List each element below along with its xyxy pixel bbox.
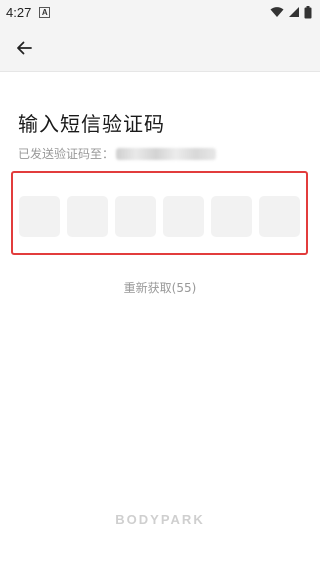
masked-phone-number — [116, 147, 217, 160]
battery-icon — [304, 5, 312, 18]
wifi-icon — [270, 7, 284, 17]
resend-code-button[interactable]: 重新获取(55) — [0, 279, 320, 296]
code-digit-5[interactable] — [211, 196, 252, 237]
page-title: 输入短信验证码 — [18, 112, 165, 136]
status-icons — [270, 5, 312, 19]
verification-code-input[interactable] — [19, 196, 300, 237]
signal-icon — [289, 7, 299, 17]
notification-icon: A — [39, 6, 51, 18]
back-button[interactable] — [12, 36, 36, 60]
code-input-highlight — [11, 171, 308, 255]
sent-to-row: 已发送验证码至： — [18, 145, 217, 162]
arrow-left-icon — [17, 41, 32, 55]
sent-to-label: 已发送验证码至： — [18, 147, 115, 161]
status-time: 4:27 — [6, 4, 32, 20]
code-digit-1[interactable] — [19, 196, 60, 237]
status-bar: 4:27 A — [0, 0, 320, 24]
code-digit-6[interactable] — [259, 196, 300, 237]
code-digit-4[interactable] — [163, 196, 204, 237]
code-digit-3[interactable] — [115, 196, 156, 237]
brand-logo: BODYPARK — [115, 512, 205, 527]
top-app-bar — [0, 24, 320, 72]
code-digit-2[interactable] — [67, 196, 108, 237]
